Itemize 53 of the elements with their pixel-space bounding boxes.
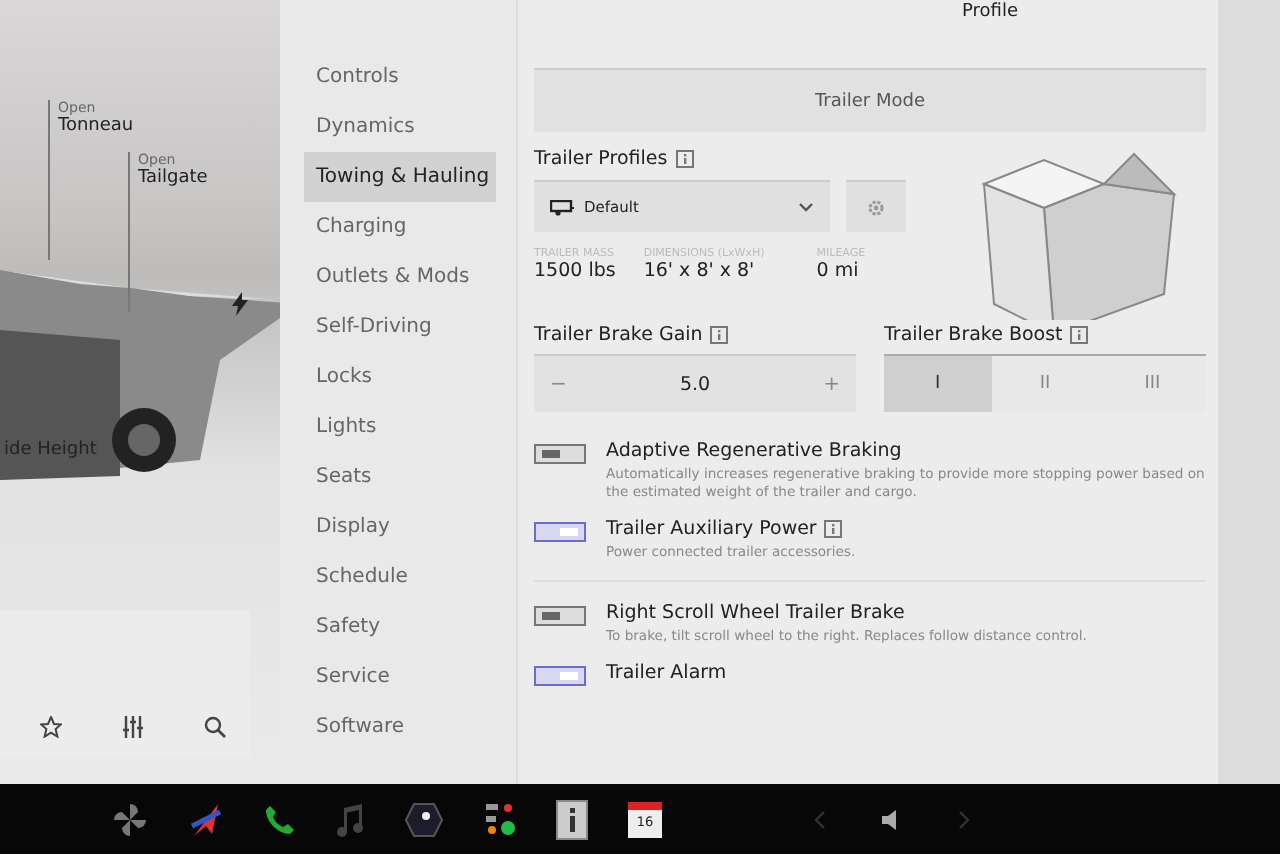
stat-value: 0 mi <box>816 260 861 282</box>
info-icon[interactable] <box>556 799 588 839</box>
boost-level-option[interactable]: II <box>991 356 1099 412</box>
section-title: Trailer Brake Boost <box>884 324 1063 346</box>
star-icon[interactable] <box>40 716 62 738</box>
boost-level-option[interactable]: III <box>1098 356 1207 412</box>
settings-menu-item[interactable]: Seats <box>304 452 496 502</box>
volume-icon[interactable] <box>882 809 902 829</box>
settings-menu-item[interactable]: Locks <box>304 352 496 402</box>
profile-link[interactable]: Profile <box>962 2 1018 22</box>
callout-label[interactable]: Tonneau <box>58 116 134 136</box>
settings-menu-item[interactable]: Service <box>304 652 496 702</box>
settings-menu-item[interactable]: Outlets & Mods <box>304 252 496 302</box>
toggle-title: Trailer Alarm <box>606 661 727 684</box>
equalizer-icon[interactable] <box>122 716 144 738</box>
stat-value: 16' x 8' x 8' <box>643 260 757 282</box>
decrease-button[interactable]: − <box>550 373 567 395</box>
trailer-mode-button[interactable]: Trailer Mode <box>534 68 1206 132</box>
phone-icon[interactable] <box>264 803 296 835</box>
settings-menu-item[interactable]: Safety <box>304 602 496 652</box>
section-title: Trailer Brake Gain <box>534 324 703 346</box>
increase-button[interactable]: + <box>823 373 840 395</box>
trailer-icon <box>550 199 574 215</box>
app-launcher-icon[interactable] <box>484 801 516 837</box>
settings-menu-item[interactable]: Dynamics <box>304 102 496 152</box>
section-title: Trailer Profiles <box>534 148 668 170</box>
toggle-switch[interactable] <box>534 665 586 686</box>
stat-value: 1500 lbs <box>534 260 616 282</box>
toggle-title: Adaptive Regenerative Braking <box>606 440 902 462</box>
settings-menu-item[interactable]: Towing & Hauling <box>304 152 496 202</box>
toggle-title: Trailer Auxiliary Power <box>606 518 817 541</box>
search-icon[interactable] <box>204 716 226 738</box>
settings-icon <box>866 197 886 217</box>
navigation-icon[interactable] <box>188 801 224 837</box>
bolt-icon <box>232 292 248 316</box>
settings-menu-item[interactable]: Self-Driving <box>304 302 496 352</box>
boost-level-option[interactable]: I <box>884 356 992 412</box>
settings-menu-item[interactable]: Charging <box>304 202 496 252</box>
settings-menu-item[interactable]: Lights <box>304 402 496 452</box>
settings-menu-item[interactable]: Controls <box>304 52 496 102</box>
toggle-title: Right Scroll Wheel Trailer Brake <box>606 601 905 624</box>
toggle-switch[interactable] <box>534 522 586 543</box>
fan-icon[interactable] <box>112 801 148 837</box>
callout-label[interactable]: Tailgate <box>138 168 208 188</box>
toggle-switch[interactable] <box>534 605 586 626</box>
settings-menu-item[interactable]: Display <box>304 502 496 552</box>
chevron-down-icon <box>798 202 814 212</box>
settings-menu-item[interactable]: Schedule <box>304 552 496 602</box>
settings-menu-item[interactable]: Software <box>304 702 496 752</box>
brake-gain-value: 5.0 <box>679 373 711 395</box>
toggle-switch[interactable] <box>534 444 586 464</box>
brake-gain-stepper[interactable]: − 5.0 + <box>534 354 856 412</box>
camera-icon[interactable] <box>404 801 444 837</box>
